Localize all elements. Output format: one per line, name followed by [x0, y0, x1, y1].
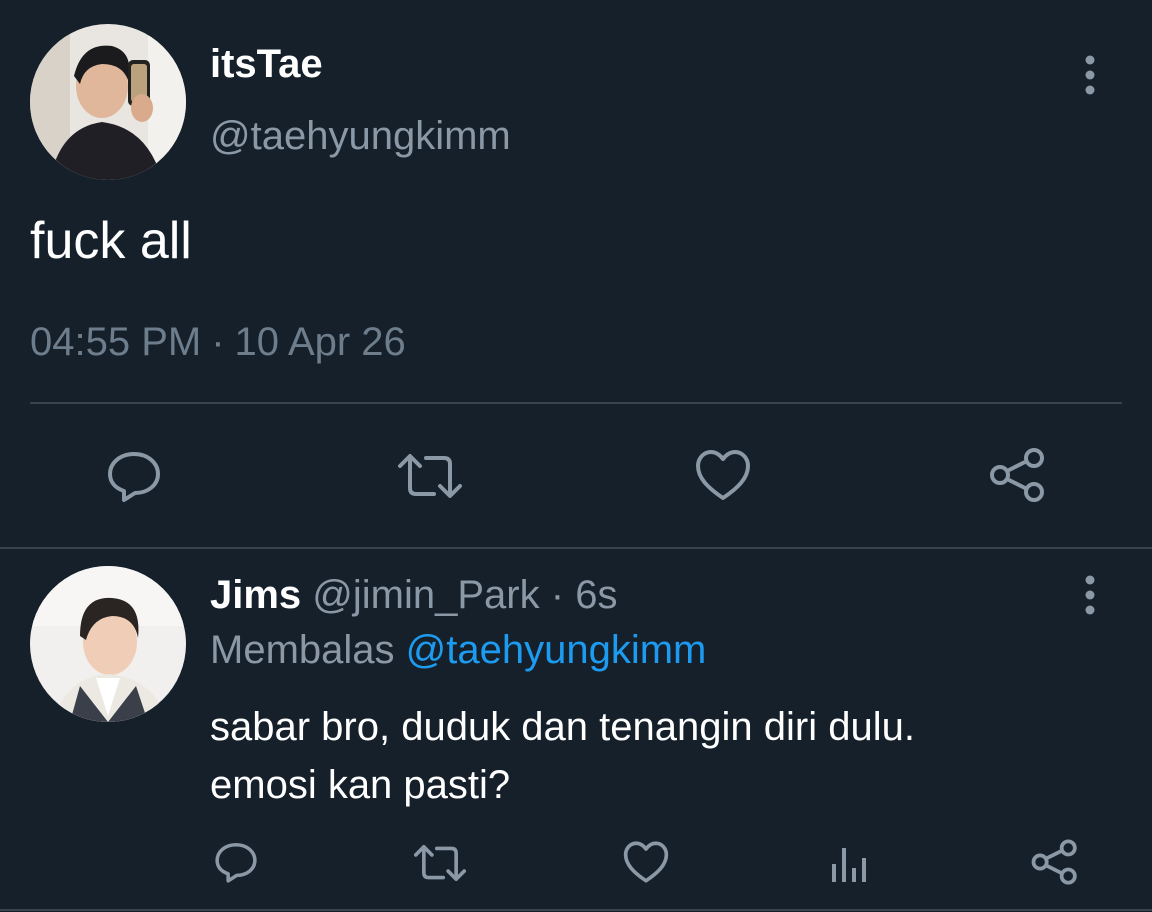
- replying-to-label: Membalas: [210, 628, 395, 672]
- like-icon[interactable]: [622, 840, 670, 884]
- separator: ·: [211, 320, 225, 364]
- like-icon[interactable]: [694, 448, 752, 502]
- tweet-text: sabar bro, duduk dan tenangin diri dulu.…: [210, 698, 1110, 814]
- avatar[interactable]: [30, 24, 186, 180]
- more-options-icon[interactable]: [1072, 572, 1108, 618]
- separator: ·: [550, 573, 565, 617]
- replying-to: Membalas @taehyungkimm: [210, 625, 706, 675]
- avatar-image: [30, 24, 186, 180]
- display-name[interactable]: Jims: [210, 573, 301, 617]
- divider: [30, 402, 1122, 404]
- replying-to-link[interactable]: @taehyungkimm: [406, 628, 707, 672]
- reply-icon[interactable]: [212, 840, 260, 884]
- avatar[interactable]: [30, 566, 186, 722]
- share-icon[interactable]: [1030, 838, 1080, 886]
- tweet-text: fuck all: [30, 212, 192, 270]
- tweet-date: 10 Apr 26: [234, 320, 406, 364]
- reply-icon[interactable]: [104, 448, 164, 504]
- user-handle[interactable]: @jimin_Park: [312, 573, 539, 617]
- avatar-image: [30, 566, 186, 722]
- retweet-icon[interactable]: [396, 450, 464, 502]
- share-icon[interactable]: [988, 446, 1048, 504]
- tweet-timestamp[interactable]: 04:55 PM · 10 Apr 26: [30, 316, 406, 368]
- display-name[interactable]: itsTae: [210, 38, 323, 90]
- reply-header: Jims @jimin_Park · 6s: [210, 570, 617, 620]
- divider: [0, 547, 1152, 549]
- tweet-time: 04:55 PM: [30, 320, 202, 364]
- analytics-icon[interactable]: [828, 842, 870, 884]
- tweet-text-line: sabar bro, duduk dan tenangin diri dulu.: [210, 705, 915, 749]
- tweet-time-ago[interactable]: 6s: [575, 573, 617, 617]
- more-options-icon[interactable]: [1072, 52, 1108, 98]
- retweet-icon[interactable]: [412, 842, 468, 884]
- divider: [0, 909, 1152, 911]
- tweet-text-line: emosi kan pasti?: [210, 763, 511, 807]
- user-handle[interactable]: @taehyungkimm: [210, 110, 511, 162]
